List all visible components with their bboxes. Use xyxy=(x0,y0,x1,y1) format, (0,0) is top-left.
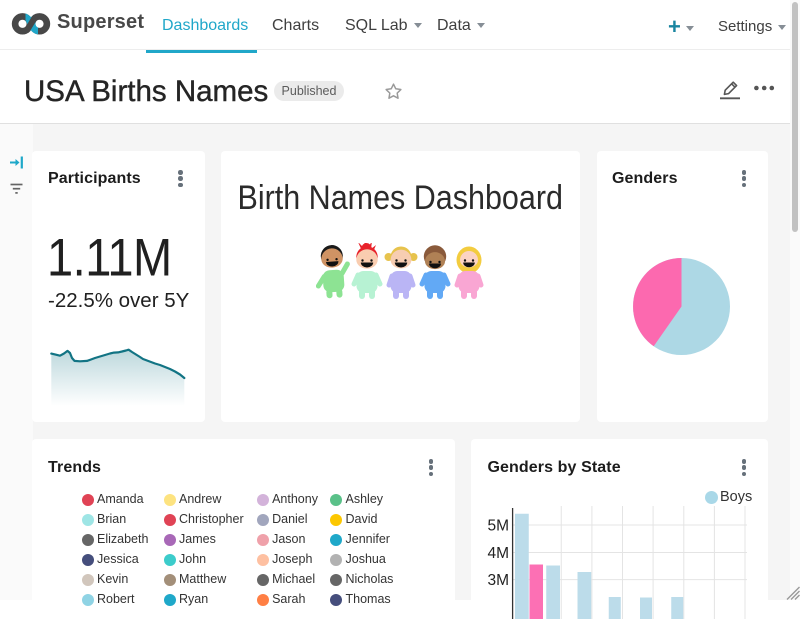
svg-text:3M: 3M xyxy=(487,572,509,589)
svg-text:5M: 5M xyxy=(487,518,509,535)
svg-text:4M: 4M xyxy=(487,545,509,562)
